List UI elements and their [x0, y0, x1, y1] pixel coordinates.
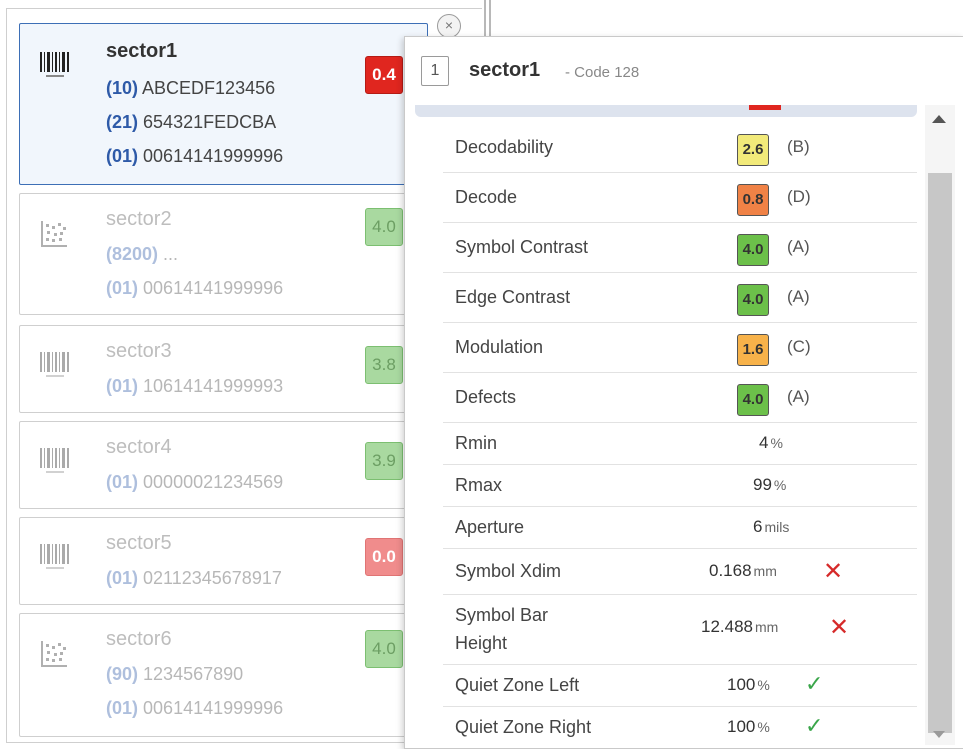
table-row: Rmax 99% — [443, 465, 917, 507]
sector-detail-popup: 1 sector1 - Code 128 Decodability 2.6 (B… — [404, 36, 963, 749]
metric-label: Symbol Xdim — [455, 561, 562, 581]
grade-badge: 4.0 — [737, 234, 769, 266]
pass-check-icon: ✓ — [805, 671, 824, 696]
grade-badge: 0.8 — [737, 184, 769, 216]
grade-badge: 4.0 — [737, 384, 769, 416]
table-row: Decodability 2.6 (B) — [443, 123, 917, 173]
metric-label: Defects — [455, 387, 517, 407]
table-row: Rmin 4% — [443, 423, 917, 465]
barcode-1d-icon — [40, 544, 69, 569]
table-row: Symbol Contrast 4.0 (A) — [443, 223, 917, 273]
sector-name: sector1 — [106, 40, 178, 62]
sector-grade-badge: 0.4 — [365, 56, 403, 94]
sector-card-3[interactable]: sector3 (01) 10614141999993 3.8 — [19, 325, 428, 413]
table-row: Quiet Zone Left 100% ✓ — [443, 665, 917, 707]
sector-card-1[interactable]: sector1 (10) ABCEDF123456 (21) 654321FED… — [19, 23, 428, 185]
sector-name: sector6 — [106, 628, 172, 650]
sector-name: sector4 — [106, 436, 172, 458]
sector-grade-badge: 3.8 — [365, 346, 403, 384]
table-row: Decode 0.8 (D) — [443, 173, 917, 223]
table-row: Symbol Xdim 0.168 mm ✕ — [443, 549, 917, 595]
grade-letter: (A) — [787, 387, 810, 406]
sector-grade-badge: 4.0 — [365, 630, 403, 668]
sector-data-line: (01) 02112345678917 — [106, 568, 282, 588]
popup-title: sector1 — [469, 59, 541, 81]
sector-data-line: (01) 10614141999993 — [106, 376, 284, 396]
table-row: Aperture 6 mils — [443, 507, 917, 549]
grade-badge: 2.6 — [737, 134, 769, 166]
barcode-1d-icon — [40, 52, 69, 77]
fail-x-icon: ✕ — [829, 614, 850, 641]
metric-label: Edge Contrast — [455, 287, 571, 307]
barcode-1d-icon — [40, 352, 69, 377]
scroll-up-icon[interactable] — [932, 115, 946, 123]
metric-label: Quiet Zone Left — [455, 675, 580, 695]
table-row: Defects 4.0 (A) — [443, 373, 917, 423]
metric-label: Rmin — [455, 433, 498, 453]
grade-letter: (C) — [787, 337, 811, 356]
sector-grade-badge: 3.9 — [365, 442, 403, 480]
sector-data-line: (10) ABCEDF123456 — [106, 78, 276, 98]
sector-grade-badge: 0.0 — [365, 538, 403, 576]
popup-header: 1 sector1 - Code 128 — [405, 37, 963, 103]
grade-badge: 4.0 — [737, 284, 769, 316]
pass-check-icon: ✓ — [805, 713, 824, 738]
table-row: Edge Contrast 4.0 (A) — [443, 273, 917, 323]
scrolled-row-edge — [415, 105, 917, 117]
metric-label: Rmax — [455, 475, 503, 495]
table-row: Modulation 1.6 (C) — [443, 323, 917, 373]
barcode-1d-icon — [40, 448, 69, 473]
datamatrix-icon — [41, 641, 67, 667]
sector-data-line: (8200) ... — [106, 244, 179, 264]
table-row: Quiet Zone Right 100% ✓ — [443, 707, 917, 749]
metric-value: 6 mils — [753, 517, 790, 536]
sector-index-badge: 1 — [421, 56, 449, 86]
sector-name: sector5 — [106, 532, 172, 554]
metric-label: Quiet Zone Right — [455, 717, 592, 737]
scrollbar[interactable] — [925, 105, 955, 745]
metric-value: 4% — [759, 433, 783, 452]
fail-x-icon: ✕ — [823, 558, 844, 585]
datamatrix-icon — [41, 221, 67, 247]
sector-card-5[interactable]: sector5 (01) 02112345678917 0.0 — [19, 517, 428, 605]
metric-label: Aperture — [455, 517, 525, 537]
grade-letter: (A) — [787, 287, 810, 306]
sector-card-2[interactable]: sector2 (8200) ... (01) 00614141999996 4… — [19, 193, 428, 315]
metric-value: 100% — [727, 717, 770, 736]
sector-data-line: (01) 00614141999996 — [106, 146, 284, 166]
metric-value: 12.488 mm — [701, 617, 779, 636]
sector-data-line: (01) 00614141999996 — [106, 698, 284, 718]
sector-data-line: (90) 1234567890 — [106, 664, 244, 684]
close-icon[interactable]: × — [437, 14, 461, 38]
metric-label: Decodability — [455, 137, 554, 157]
metric-label: Decode — [455, 187, 518, 207]
grade-letter: (A) — [787, 237, 810, 256]
metric-label: Symbol Contrast — [455, 237, 589, 257]
sector-data-line: (01) 00614141999996 — [106, 278, 284, 298]
metric-value: 99% — [753, 475, 787, 494]
sector-data-line: (21) 654321FEDCBA — [106, 112, 277, 132]
symbology-label: - Code 128 — [565, 64, 640, 81]
grade-letter: (D) — [787, 187, 811, 206]
grade-badge: 1.6 — [737, 334, 769, 366]
grade-letter: (B) — [787, 137, 810, 156]
sector-card-4[interactable]: sector4 (01) 00000021234569 3.9 — [19, 421, 428, 509]
table-row: Symbol Bar Height 12.488 mm ✕ — [443, 595, 917, 665]
sector-name: sector2 — [106, 208, 172, 230]
sector-name: sector3 — [106, 340, 172, 362]
metric-value: 0.168 mm — [709, 561, 777, 580]
metric-value: 100% — [727, 675, 770, 694]
sector-data-line: (01) 00000021234569 — [106, 472, 284, 492]
scrollbar-thumb[interactable] — [928, 173, 952, 733]
metric-label: Modulation — [455, 337, 544, 357]
sector-card-6[interactable]: sector6 (90) 1234567890 (01) 00614141999… — [19, 613, 428, 737]
metric-label: Symbol Bar Height — [455, 605, 549, 653]
sector-grade-badge: 4.0 — [365, 208, 403, 246]
scroll-down-icon[interactable] — [933, 731, 945, 738]
